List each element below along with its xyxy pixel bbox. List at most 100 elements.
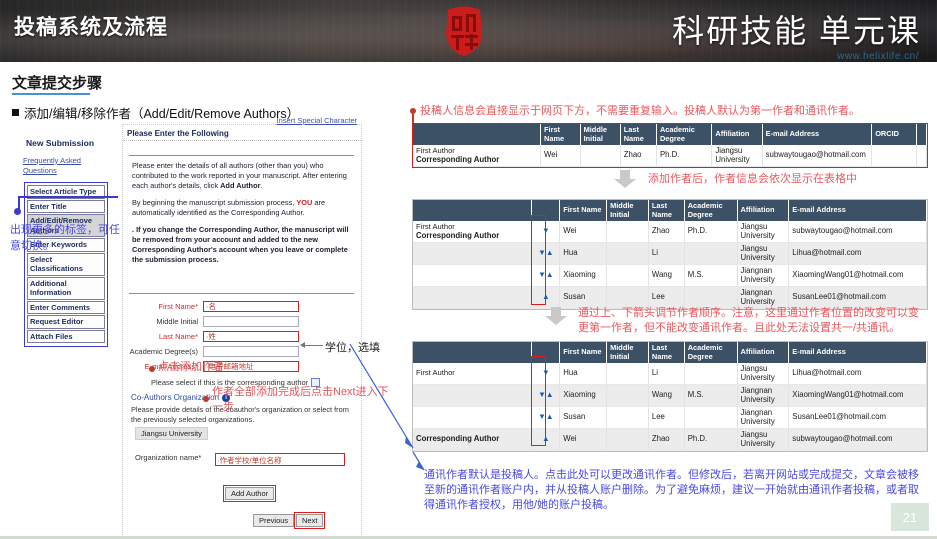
table-row: First Author Corresponding Author Wei Zh… (413, 145, 927, 167)
cell-email: XiaomingWang01@hotmail.com (788, 384, 927, 407)
middle-initial-label: Middle Initial (156, 317, 198, 326)
add-author-annotation: 点击添加作者 (158, 361, 224, 373)
cell-degree: Ph.D. (684, 221, 738, 243)
instruction-1-bold: Add Author (220, 181, 261, 190)
previous-button[interactable]: Previous (253, 514, 295, 527)
down-chevron-icon-1 (614, 170, 636, 188)
organization-chip[interactable]: Jiangsu University (135, 427, 208, 440)
th-first-name: First Name (540, 124, 581, 145)
cell-reorder-arrows[interactable]: ▼▲ (531, 384, 561, 407)
move-down-arrow-icon[interactable]: ▼ (538, 412, 546, 422)
th-first-name: First Name (559, 200, 608, 221)
sidebar-item-attach-files[interactable]: Attach Files (27, 329, 105, 343)
cell-first-name: Hua (559, 242, 608, 265)
sidebar-item-enter-comments[interactable]: Enter Comments (27, 300, 105, 314)
cell-first-name: Xiaoming (559, 264, 608, 287)
th-email: E-mail Address (788, 200, 927, 221)
th-role (413, 200, 533, 221)
th-academic-degree: Academic Degree (684, 342, 738, 363)
slide-header-bar: 投稿系统及流程 科研技能 单元课 www.helixlife.cn/ (0, 0, 937, 62)
move-up-arrow-icon[interactable]: ▲ (546, 270, 554, 280)
move-up-arrow-icon[interactable]: ▲ (546, 390, 554, 400)
cell-affiliation: Jiangsu University (737, 428, 790, 451)
next-button[interactable]: Next (296, 514, 324, 527)
th-spacer (916, 124, 927, 145)
field-row-middle-initial: Middle Initial (129, 316, 299, 327)
cell-spacer (916, 145, 927, 167)
degree-annotation: 学位，选填 (325, 342, 380, 354)
bottom-annotation: 通讯作者默认是投稿人。点击此处可以更改通讯作者。但修改后，若离开网站或完成提交，… (424, 469, 919, 511)
move-down-arrow-icon[interactable]: ▼ (538, 270, 546, 280)
next-button-highlight: Next (294, 512, 326, 529)
th-academic-degree: Academic Degree (684, 200, 738, 221)
move-down-arrow-icon[interactable]: ▼ (538, 390, 546, 400)
role-first-author: First Author (416, 368, 455, 378)
cell-affiliation: Jiangnan University (737, 384, 790, 407)
last-name-value: ·姓 (206, 332, 216, 341)
move-down-arrow-icon[interactable]: ▼ (542, 368, 550, 378)
cell-reorder-arrows[interactable]: ▼▲ (531, 406, 561, 429)
cell-degree (684, 406, 738, 429)
move-up-arrow-icon[interactable]: ▲ (546, 412, 554, 422)
cell-middle-initial (606, 363, 649, 385)
cell-affiliation: Jiangnan University (737, 406, 790, 429)
sidebar-item-additional-information[interactable]: Additional Information (27, 276, 105, 300)
th-academic-degree: Academic Degree (656, 124, 713, 145)
cell-role (413, 264, 533, 287)
cell-reorder-arrows[interactable]: ▲ (531, 428, 561, 451)
th-reorder (531, 200, 561, 221)
role-corresponding-author: Corresponding Author (416, 230, 500, 240)
table-row: ▼▲ Xiaoming Wang M.S. Jiangnan Universit… (413, 264, 927, 287)
move-down-arrow-icon[interactable]: ▼ (542, 226, 550, 236)
cell-last-name: Wang (648, 264, 685, 287)
cell-last-name: Lee (648, 406, 685, 429)
cell-reorder-arrows[interactable]: ▲ (531, 286, 561, 309)
move-up-arrow-icon[interactable]: ▲ (546, 248, 554, 258)
sidebar-item-enter-title[interactable]: Enter Title (27, 199, 105, 213)
cell-last-name: Zhao (648, 221, 685, 243)
instruction-2-emphasis: YOU (296, 198, 313, 207)
th-email: E-mail Address (762, 124, 873, 145)
cell-degree: M.S. (684, 264, 738, 287)
sidebar-item-request-editor[interactable]: Request Editor (27, 315, 105, 329)
middle-initial-input[interactable] (203, 316, 299, 327)
th-affiliation: Affiliation (737, 342, 790, 363)
cell-reorder-arrows[interactable]: ▼ (531, 363, 561, 385)
sidebar-callout-line-horizontal (18, 196, 118, 198)
instruction-paragraph-1: Please enter the details of all authors … (132, 161, 354, 191)
th-middle-initial: Middle Initial (606, 342, 649, 363)
red-seal-icon (441, 4, 487, 58)
table-row: ▼▲ Hua Li Jiangsu University Lihua@hotma… (413, 242, 927, 265)
section-bullet-label: 添加/编辑/移除作者（Add/Edit/Remove Authors） (24, 107, 300, 121)
degree-note-leader-line (303, 345, 323, 346)
cell-reorder-arrows[interactable]: ▼ (531, 221, 561, 243)
title-underline (12, 93, 90, 95)
insert-special-character-link[interactable]: Insert Special Character (277, 116, 357, 125)
cell-email: Lihua@hotmail.com (788, 242, 927, 265)
cell-role (413, 286, 533, 309)
cell-reorder-arrows[interactable]: ▼▲ (531, 264, 561, 287)
table-row: Corresponding Author ▲ Wei Zhao Ph.D. Ji… (413, 428, 927, 451)
move-up-arrow-icon[interactable]: ▲ (542, 434, 550, 444)
cell-affiliation: Jiangsu University (737, 242, 790, 265)
author-table-2-grid: First Name Middle Initial Last Name Acad… (413, 200, 927, 309)
cell-role: Corresponding Author (413, 428, 533, 451)
move-down-arrow-icon[interactable]: ▼ (538, 248, 546, 258)
cell-reorder-arrows[interactable]: ▼▲ (531, 242, 561, 265)
form-divider-bottom (129, 293, 354, 294)
cell-orcid (871, 145, 918, 167)
add-author-button[interactable]: Add Author (225, 487, 275, 500)
author-table-1: First Name Middle Initial Last Name Acad… (412, 123, 928, 168)
move-up-arrow-icon[interactable]: ▲ (542, 292, 550, 302)
faq-link[interactable]: Frequently Asked Questions (23, 156, 105, 176)
instruction-paragraph-3: . If you change the Corresponding Author… (132, 225, 354, 265)
academic-degree-input[interactable] (203, 346, 299, 357)
cell-first-name: Wei (559, 428, 608, 451)
first-name-input[interactable]: ·名 (203, 301, 299, 312)
cell-middle-initial (606, 242, 649, 265)
cell-middle-initial (580, 145, 621, 167)
cell-role (413, 384, 533, 407)
header-title-right: 科研技能 单元课 (672, 13, 921, 49)
sidebar-item-select-classifications[interactable]: Select Classifications (27, 252, 105, 276)
last-name-input[interactable]: ·姓 (203, 331, 299, 342)
